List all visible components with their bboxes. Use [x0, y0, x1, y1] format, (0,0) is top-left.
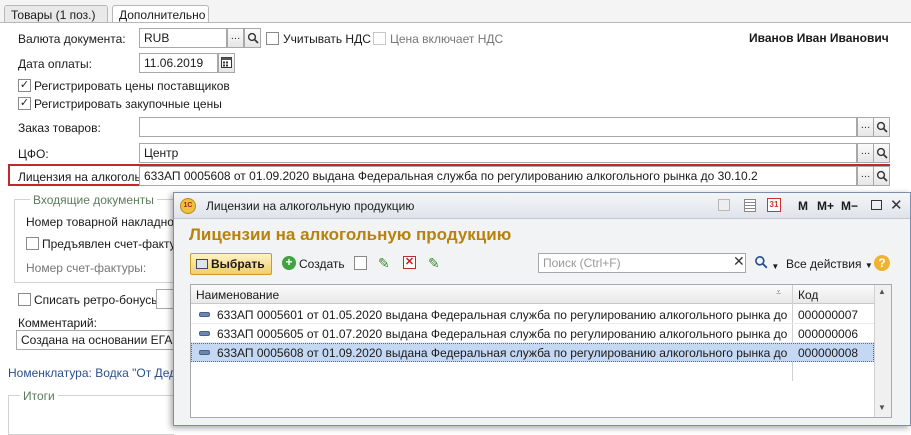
cfo-open-button[interactable]	[873, 143, 890, 163]
license-input[interactable]: 633АП 0005608 от 01.09.2020 выдана Федер…	[139, 166, 857, 186]
order-input[interactable]	[139, 117, 857, 137]
dialog-title-bar[interactable]: 1С Лицензии на алкогольную продукцию 31 …	[174, 193, 910, 219]
select-icon	[196, 259, 208, 269]
maximize-icon[interactable]	[871, 200, 882, 210]
pay-date-label: Дата оплаты:	[18, 57, 92, 71]
license-choose-button[interactable]: …	[857, 166, 874, 186]
chevron-down-icon: ▼	[771, 262, 780, 271]
memory-minus-button[interactable]: M−	[841, 199, 858, 213]
calculator-icon[interactable]	[744, 199, 756, 212]
close-icon[interactable]: ✕	[890, 196, 903, 214]
nomenclature-link[interactable]: Номенклатура: Водка "От Деда	[8, 366, 183, 380]
delete-icon[interactable]: ✕	[403, 256, 416, 269]
licenses-dialog: 1С Лицензии на алкогольную продукцию 31 …	[173, 192, 911, 426]
mark-delete-icon[interactable]: ✎	[428, 255, 440, 272]
license-row-icon	[199, 350, 210, 355]
order-label: Заказ товаров:	[18, 121, 101, 135]
search-icon	[876, 170, 888, 182]
all-actions-label: Все действия	[786, 257, 862, 271]
search-button[interactable]: ▼	[754, 255, 779, 272]
dialog-window-title: Лицензии на алкогольную продукцию	[206, 199, 415, 213]
create-icon[interactable]: +	[282, 256, 296, 270]
chevron-down-icon: ▼	[864, 261, 873, 270]
license-row-icon	[199, 331, 210, 336]
table-row[interactable]: 633АП 0005601 от 01.05.2020 выдана Федер…	[191, 305, 874, 324]
row-name: 633АП 0005608 от 01.09.2020 выдана Федер…	[217, 346, 789, 360]
edit-icon[interactable]: ✎	[378, 255, 390, 272]
scroll-down-icon[interactable]: ▼	[878, 403, 886, 412]
incoming-group-title: Входящие документы	[30, 193, 157, 207]
order-choose-button[interactable]: …	[857, 117, 874, 137]
column-header-code[interactable]: Код	[798, 288, 818, 302]
waybill-label: Номер товарной накладной:	[26, 215, 184, 229]
search-icon	[755, 256, 768, 269]
comment-label: Комментарий:	[18, 316, 97, 330]
license-row-icon	[199, 312, 210, 317]
row-code: 000000006	[798, 327, 859, 341]
license-label: Лицензия на алкоголь:	[18, 170, 145, 184]
invoice-presented-checkbox[interactable]	[26, 237, 39, 250]
select-button-label: Выбрать	[211, 257, 265, 271]
license-open-button[interactable]	[873, 166, 890, 186]
pay-date-input[interactable]: 11.06.2019	[139, 53, 218, 73]
help-button[interactable]: ?	[874, 255, 890, 271]
order-open-button[interactable]	[873, 117, 890, 137]
search-input[interactable]: Поиск (Ctrl+F)	[538, 253, 746, 273]
user-name: Иванов Иван Иванович	[749, 31, 889, 45]
memory-plus-button[interactable]: M+	[817, 199, 834, 213]
all-actions-button[interactable]: Все действия ▼	[786, 257, 873, 271]
cfo-label: ЦФО:	[18, 147, 49, 161]
calendar-button[interactable]	[218, 53, 235, 73]
memory-button[interactable]: M	[798, 199, 808, 213]
tab-goods[interactable]: Товары (1 поз.)	[4, 5, 108, 23]
retro-bonus-checkbox[interactable]	[18, 293, 31, 306]
dialog-heading: Лицензии на алкогольную продукцию	[189, 225, 512, 244]
table-header	[191, 285, 874, 304]
table-row[interactable]: 633АП 0005605 от 01.07.2020 выдана Федер…	[191, 324, 874, 343]
search-icon	[876, 147, 888, 159]
currency-open-button[interactable]	[244, 28, 261, 48]
row-name: 633АП 0005605 от 01.07.2020 выдана Федер…	[217, 327, 789, 341]
cfo-choose-button[interactable]: …	[857, 143, 874, 163]
save-icon[interactable]	[718, 199, 730, 211]
comment-input[interactable]: Создана на основании ЕГАИС	[16, 330, 176, 350]
retro-bonus-label: Списать ретро-бонусы	[34, 293, 160, 307]
select-button[interactable]: Выбрать	[190, 253, 272, 275]
vat-checkbox[interactable]	[266, 32, 279, 45]
currency-choose-button[interactable]: …	[227, 28, 244, 48]
currency-input[interactable]: RUB	[139, 28, 227, 48]
vat-included-checkbox[interactable]	[373, 32, 386, 45]
column-header-name[interactable]: Наименование	[196, 288, 279, 302]
vat-included-label: Цена включает НДС	[390, 32, 504, 46]
vertical-scrollbar[interactable]: ▲ ▼	[874, 285, 891, 417]
reg-supplier-prices-label: Регистрировать цены поставщиков	[34, 79, 230, 93]
cfo-input[interactable]: Центр	[139, 143, 857, 163]
row-name: 633АП 0005601 от 01.05.2020 выдана Федер…	[217, 308, 789, 322]
invoice-number-label: Номер счет-фактуры:	[26, 261, 147, 275]
clear-search-icon[interactable]: ✕	[733, 253, 745, 270]
sort-icon: ⩡	[776, 287, 782, 297]
calendar-icon[interactable]: 31	[767, 198, 781, 212]
vat-label: Учитывать НДС	[283, 32, 371, 46]
row-code: 000000008	[798, 346, 859, 360]
licenses-table: Наименование ⩡ Код 633АП 0005601 от 01.0…	[190, 284, 892, 418]
reg-supplier-prices-checkbox[interactable]: ✓	[18, 79, 31, 92]
app-logo-icon: 1С	[180, 198, 196, 214]
search-icon	[247, 32, 259, 44]
row-code: 000000007	[798, 308, 859, 322]
table-row-selected[interactable]: 633АП 0005608 от 01.09.2020 выдана Федер…	[191, 343, 874, 362]
currency-label: Валюта документа:	[18, 32, 126, 46]
invoice-presented-label: Предъявлен счет-фактура	[42, 237, 189, 251]
scroll-up-icon[interactable]: ▲	[878, 287, 886, 296]
search-icon	[876, 121, 888, 133]
create-button[interactable]: Создать	[299, 257, 345, 271]
reg-purchase-prices-label: Регистрировать закупочные цены	[34, 97, 222, 111]
copy-icon[interactable]	[354, 256, 367, 270]
reg-purchase-prices-checkbox[interactable]: ✓	[18, 97, 31, 110]
calendar-icon	[221, 57, 232, 68]
totals-group-title: Итоги	[20, 389, 58, 403]
